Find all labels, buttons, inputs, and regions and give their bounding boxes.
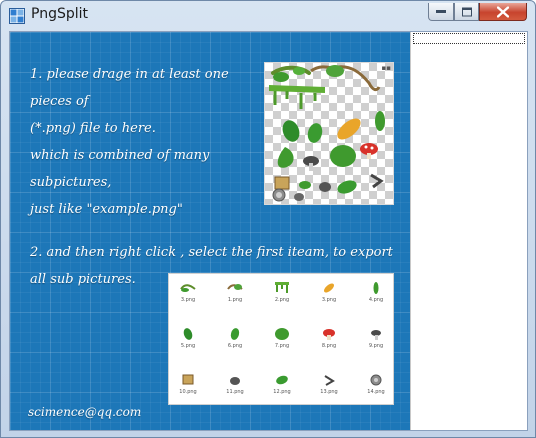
- app-icon: [9, 8, 25, 24]
- file-name: 11.png: [226, 389, 244, 395]
- window-title: PngSplit: [31, 6, 88, 22]
- file-name: 10.png: [179, 389, 197, 395]
- leaf-icon: [275, 328, 289, 340]
- step1-line: just like "example.png": [30, 202, 183, 217]
- stone-icon: [230, 377, 240, 385]
- file-thumbnail: 6.png: [220, 324, 250, 354]
- leaf-icon: [230, 328, 240, 340]
- file-name: 6.png: [227, 343, 243, 349]
- maximize-icon: [461, 7, 472, 16]
- file-thumbnail: 12.png: [267, 370, 297, 400]
- vine-icon: [180, 284, 196, 292]
- file-name: 9.png: [368, 343, 384, 349]
- file-name: 2.png: [274, 297, 290, 303]
- maximize-button[interactable]: [454, 3, 479, 21]
- box-icon: [182, 374, 194, 385]
- exported-files-preview: 3.png 1.png 2.png 3.png 4.png 5.png 6.pn…: [168, 273, 394, 405]
- file-thumbnail: 2.png: [267, 278, 297, 308]
- hook-icon: [324, 375, 335, 386]
- file-name: 5.png: [180, 343, 196, 349]
- close-icon: [497, 6, 509, 17]
- mushroom-icon: [371, 330, 381, 340]
- step1-line: 1. please drage in at least one pieces o…: [30, 67, 229, 109]
- example-png-image: ▪▪: [264, 62, 394, 205]
- title-bar[interactable]: PngSplit: [1, 1, 535, 29]
- file-thumbnail: 9.png: [361, 324, 391, 354]
- minimize-icon: [436, 9, 446, 13]
- vine-icon: [227, 284, 243, 290]
- file-name: 3.png: [180, 297, 196, 303]
- file-thumbnail: 14.png: [361, 370, 391, 400]
- file-name: 3.png: [321, 297, 337, 303]
- file-name: 8.png: [321, 343, 337, 349]
- file-thumbnail: 11.png: [220, 370, 250, 400]
- corner-marker-icon: ▪▪: [381, 64, 392, 72]
- file-name: 1.png: [227, 297, 243, 303]
- drop-zone[interactable]: 1. please drage in at least one pieces o…: [10, 32, 410, 430]
- file-thumbnail: 7.png: [267, 324, 297, 354]
- file-name: 13.png: [320, 389, 338, 395]
- step1-instructions: 1. please drage in at least one pieces o…: [30, 61, 270, 223]
- file-name: 7.png: [274, 343, 290, 349]
- file-list-box[interactable]: [410, 32, 527, 430]
- grass-icon: [275, 282, 289, 293]
- step1-line: which is combined of many subpictures,: [30, 148, 210, 190]
- mushroom-icon: [323, 329, 335, 340]
- file-name: 14.png: [367, 389, 385, 395]
- app-window: PngSplit 1. please drage in at least one…: [0, 0, 536, 438]
- client-area: 1. please drage in at least one pieces o…: [9, 31, 528, 431]
- leaf-icon: [183, 328, 193, 340]
- file-thumbnail: 3.png: [314, 278, 344, 308]
- file-thumbnail: 5.png: [173, 324, 203, 354]
- file-thumbnail: 4.png: [361, 278, 391, 308]
- file-thumbnail: 8.png: [314, 324, 344, 354]
- file-thumbnail: 10.png: [173, 370, 203, 400]
- file-name: 12.png: [273, 389, 291, 395]
- step2-line: 2. and then right click , select the fir…: [30, 245, 393, 260]
- list-focus-item[interactable]: [413, 33, 525, 44]
- file-thumbnail: 1.png: [220, 278, 250, 308]
- contact-email: scimence@qq.com: [28, 405, 142, 419]
- leaf-icon: [373, 282, 379, 294]
- minimize-button[interactable]: [428, 3, 454, 21]
- gear-icon: [370, 374, 382, 386]
- file-thumbnail: 13.png: [314, 370, 344, 400]
- step1-line: (*.png) file to here.: [30, 121, 156, 136]
- leaf-icon: [324, 283, 334, 293]
- file-thumbnail: 3.png: [173, 278, 203, 308]
- close-button[interactable]: [479, 3, 527, 21]
- file-name: 4.png: [368, 297, 384, 303]
- leaf-icon: [276, 375, 288, 385]
